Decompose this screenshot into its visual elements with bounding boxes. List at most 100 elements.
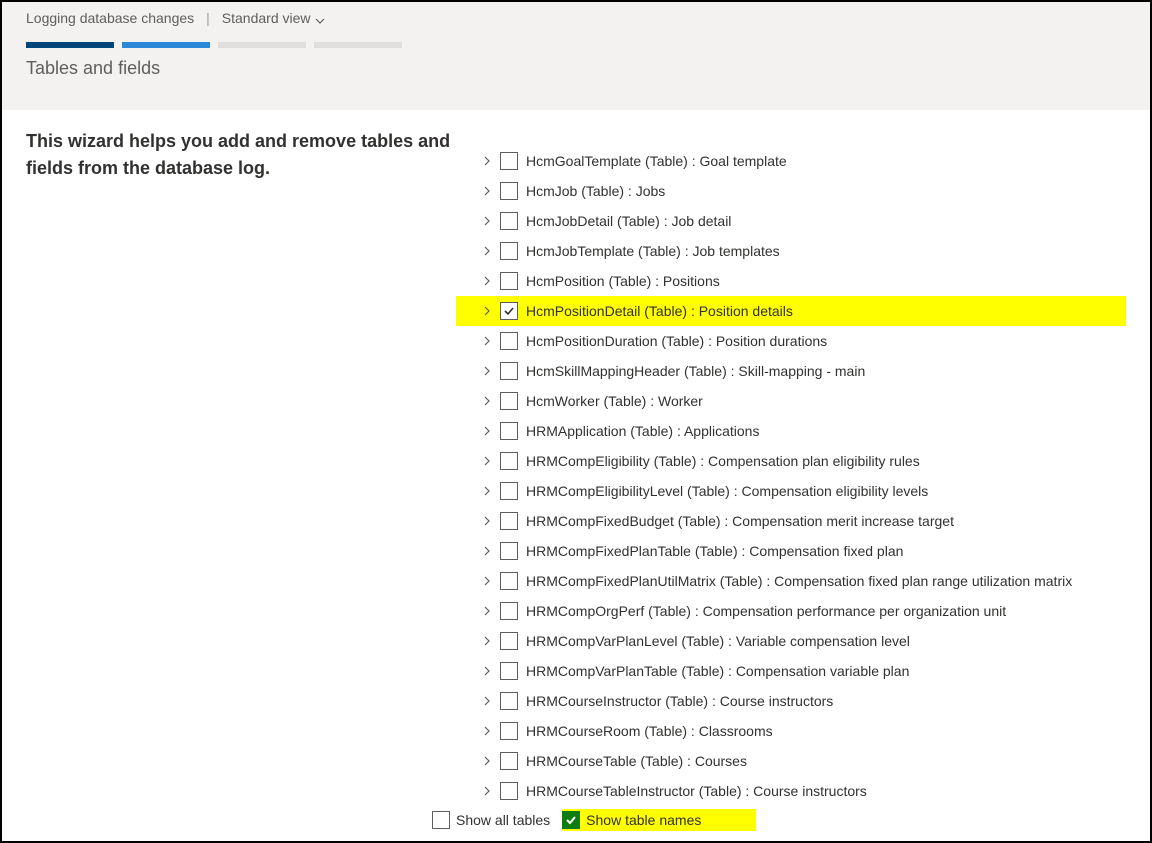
tree-list: HcmGoalTemplate (Table) : Goal template H… — [456, 146, 1126, 806]
tree-checkbox[interactable] — [500, 692, 518, 710]
tree-checkbox[interactable] — [500, 302, 518, 320]
tree-label: HcmWorker (Table) : Worker — [526, 393, 703, 409]
tree-checkbox[interactable] — [500, 512, 518, 530]
expand-icon[interactable] — [482, 666, 492, 676]
tree-checkbox[interactable] — [500, 782, 518, 800]
tree-checkbox[interactable] — [500, 152, 518, 170]
expand-icon[interactable] — [482, 606, 492, 616]
tree-checkbox[interactable] — [500, 632, 518, 650]
tree-row[interactable]: HRMCompVarPlanTable (Table) : Compensati… — [456, 656, 1126, 686]
expand-icon[interactable] — [482, 786, 492, 796]
progress-step-4 — [314, 42, 402, 48]
tree-label: HcmPositionDuration (Table) : Position d… — [526, 333, 827, 349]
tree-checkbox[interactable] — [500, 362, 518, 380]
expand-icon[interactable] — [482, 366, 492, 376]
expand-icon[interactable] — [482, 456, 492, 466]
tree-label: HRMCompFixedBudget (Table) : Compensatio… — [526, 513, 954, 529]
tree-row[interactable]: HRMCourseTableInstructor (Table) : Cours… — [456, 776, 1126, 806]
right-panel: HcmGoalTemplate (Table) : Goal template H… — [456, 128, 1126, 806]
expand-icon[interactable] — [482, 306, 492, 316]
tree-label: HcmGoalTemplate (Table) : Goal template — [526, 153, 787, 169]
show-table-names-control[interactable]: Show table names — [562, 809, 756, 831]
tree-checkbox[interactable] — [500, 482, 518, 500]
tree-checkbox[interactable] — [500, 242, 518, 260]
tree-label: HcmPositionDetail (Table) : Position det… — [526, 303, 793, 319]
tree-row[interactable]: HcmSkillMappingHeader (Table) : Skill-ma… — [456, 356, 1126, 386]
tree-row[interactable]: HRMCourseInstructor (Table) : Course ins… — [456, 686, 1126, 716]
tree-checkbox[interactable] — [500, 602, 518, 620]
tree-row[interactable]: HcmJobTemplate (Table) : Job templates — [456, 236, 1126, 266]
tree-checkbox[interactable] — [500, 662, 518, 680]
tree-checkbox[interactable] — [500, 752, 518, 770]
tree-row[interactable]: HRMCompFixedBudget (Table) : Compensatio… — [456, 506, 1126, 536]
tree-checkbox[interactable] — [500, 332, 518, 350]
tree-label: HRMCourseInstructor (Table) : Course ins… — [526, 693, 833, 709]
expand-icon[interactable] — [482, 336, 492, 346]
tree-row[interactable]: HRMCompFixedPlanUtilMatrix (Table) : Com… — [456, 566, 1126, 596]
expand-icon[interactable] — [482, 546, 492, 556]
tree-row[interactable]: HRMCompOrgPerf (Table) : Compensation pe… — [456, 596, 1126, 626]
tree-row[interactable]: HRMCompEligibilityLevel (Table) : Compen… — [456, 476, 1126, 506]
expand-icon[interactable] — [482, 636, 492, 646]
bottom-controls: Show all tables Show table names — [432, 809, 756, 831]
tree-row[interactable]: HcmJobDetail (Table) : Job detail — [456, 206, 1126, 236]
expand-icon[interactable] — [482, 756, 492, 766]
show-all-tables-checkbox[interactable] — [432, 811, 450, 829]
expand-icon[interactable] — [482, 186, 492, 196]
tree-checkbox[interactable] — [500, 542, 518, 560]
expand-icon[interactable] — [482, 516, 492, 526]
tree-label: HcmSkillMappingHeader (Table) : Skill-ma… — [526, 363, 865, 379]
show-table-names-checkbox[interactable] — [562, 811, 580, 829]
show-table-names-label: Show table names — [586, 812, 701, 828]
tree-label: HRMCompVarPlanLevel (Table) : Variable c… — [526, 633, 910, 649]
expand-icon[interactable] — [482, 156, 492, 166]
content-area: This wizard helps you add and remove tab… — [2, 110, 1150, 806]
tree-label: HRMCourseTableInstructor (Table) : Cours… — [526, 783, 867, 799]
tree-row[interactable]: HRMApplication (Table) : Applications — [456, 416, 1126, 446]
tree-label: HRMCompFixedPlanUtilMatrix (Table) : Com… — [526, 573, 1072, 589]
tree-checkbox[interactable] — [500, 392, 518, 410]
tree-label: HRMCompFixedPlanTable (Table) : Compensa… — [526, 543, 903, 559]
expand-icon[interactable] — [482, 246, 492, 256]
progress-step-1 — [26, 42, 114, 48]
tree-row[interactable]: HRMCompFixedPlanTable (Table) : Compensa… — [456, 536, 1126, 566]
tree-row[interactable]: HcmPositionDuration (Table) : Position d… — [456, 326, 1126, 356]
tree-checkbox[interactable] — [500, 452, 518, 470]
tree-row[interactable]: HcmWorker (Table) : Worker — [456, 386, 1126, 416]
tree-row[interactable]: HcmPositionDetail (Table) : Position det… — [456, 296, 1126, 326]
expand-icon[interactable] — [482, 426, 492, 436]
tree-checkbox[interactable] — [500, 212, 518, 230]
view-dropdown[interactable]: Standard view — [222, 10, 325, 26]
tree-row[interactable]: HRMCompVarPlanLevel (Table) : Variable c… — [456, 626, 1126, 656]
expand-icon[interactable] — [482, 696, 492, 706]
progress-step-2 — [122, 42, 210, 48]
tree-row[interactable]: HcmGoalTemplate (Table) : Goal template — [456, 146, 1126, 176]
tree-label: HcmJobDetail (Table) : Job detail — [526, 213, 731, 229]
tree-checkbox[interactable] — [500, 422, 518, 440]
expand-icon[interactable] — [482, 726, 492, 736]
tree-label: HRMCompEligibilityLevel (Table) : Compen… — [526, 483, 928, 499]
expand-icon[interactable] — [482, 576, 492, 586]
tree-row[interactable]: HRMCourseRoom (Table) : Classrooms — [456, 716, 1126, 746]
tree-row[interactable]: HcmPosition (Table) : Positions — [456, 266, 1126, 296]
tree-row[interactable]: HRMCourseTable (Table) : Courses — [456, 746, 1126, 776]
tree-label: HRMCompEligibility (Table) : Compensatio… — [526, 453, 920, 469]
tree-label: HRMCompVarPlanTable (Table) : Compensati… — [526, 663, 909, 679]
tree-checkbox[interactable] — [500, 572, 518, 590]
breadcrumb-title: Logging database changes — [26, 10, 194, 26]
tree-checkbox[interactable] — [500, 722, 518, 740]
tree-label: HRMApplication (Table) : Applications — [526, 423, 759, 439]
tree-checkbox[interactable] — [500, 272, 518, 290]
tree-label: HRMCompOrgPerf (Table) : Compensation pe… — [526, 603, 1006, 619]
expand-icon[interactable] — [482, 486, 492, 496]
tree-row[interactable]: HcmJob (Table) : Jobs — [456, 176, 1126, 206]
left-panel: This wizard helps you add and remove tab… — [26, 128, 456, 806]
tree-checkbox[interactable] — [500, 182, 518, 200]
expand-icon[interactable] — [482, 216, 492, 226]
expand-icon[interactable] — [482, 396, 492, 406]
expand-icon[interactable] — [482, 276, 492, 286]
tree-row[interactable]: HRMCompEligibility (Table) : Compensatio… — [456, 446, 1126, 476]
show-all-tables-control[interactable]: Show all tables — [432, 811, 550, 829]
chevron-down-icon — [315, 13, 325, 23]
view-label: Standard view — [222, 10, 311, 26]
